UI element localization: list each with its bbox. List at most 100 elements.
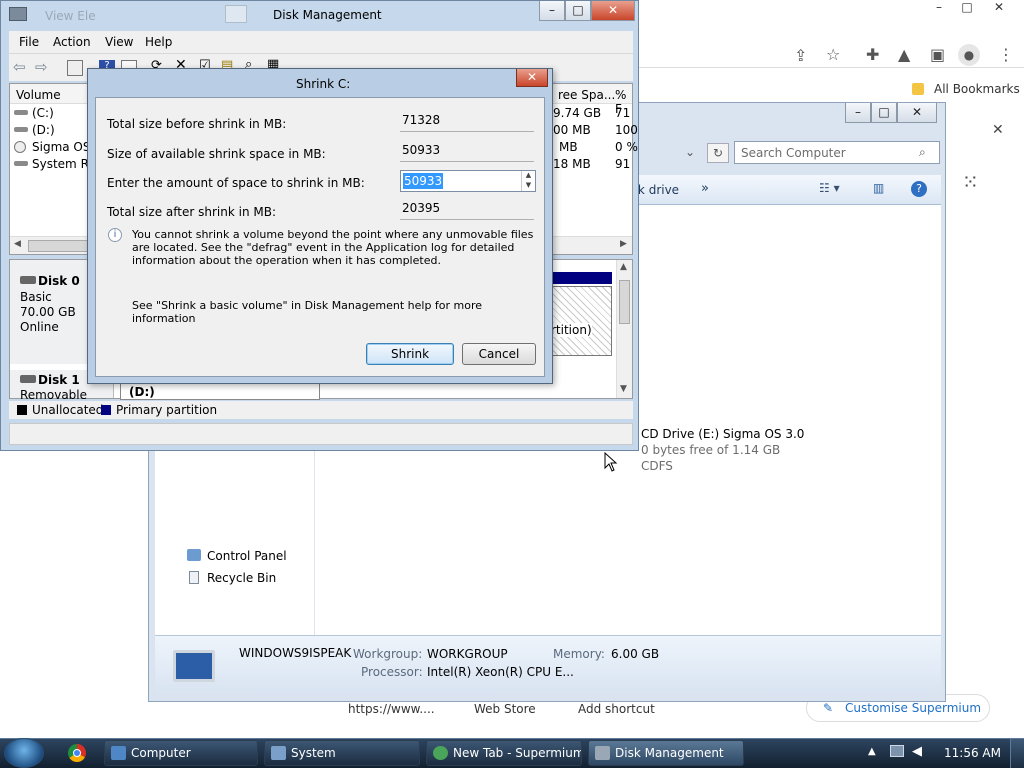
view-options-icon[interactable]: ☷ ▾ <box>819 181 840 195</box>
total-size-after-text: 20395 <box>402 201 441 215</box>
side-panel-icon[interactable]: ▣ <box>930 45 945 65</box>
available-shrink-value: 50933 <box>400 140 534 162</box>
dm-maximize-button[interactable]: □ <box>565 1 591 21</box>
chrome-center <box>73 749 81 757</box>
computer-icon <box>173 650 215 682</box>
lab-icon[interactable]: ▲ <box>898 45 910 65</box>
partition-header-bar <box>550 272 612 284</box>
menu-icon[interactable]: ⋮ <box>998 45 1014 65</box>
tray-network-icon[interactable] <box>890 745 904 757</box>
shortcut-link-web-store[interactable]: Web Store <box>474 702 536 716</box>
taskbar-computer-label: Computer <box>131 746 191 760</box>
dm-menu-bar: File Action View Help <box>9 31 633 53</box>
memory-label: Memory: <box>553 647 605 661</box>
disk-management-app-icon <box>9 7 27 21</box>
refresh-icon[interactable]: ↻ <box>707 143 729 163</box>
bookmarks-folder-icon <box>912 83 924 95</box>
volume-row[interactable]: (D:) <box>32 123 55 137</box>
search-input[interactable]: Search Computer <box>741 146 846 160</box>
dialog-close-button[interactable]: ✕ <box>516 69 548 87</box>
taskbar-system[interactable]: System <box>264 740 420 766</box>
search-box[interactable]: Search Computer ⌕ <box>734 141 940 164</box>
legend: Unallocated Primary partition <box>9 401 633 419</box>
tray-clock[interactable]: 11:56 AM <box>944 746 1001 760</box>
scroll-thumb[interactable] <box>28 240 88 252</box>
extensions-icon[interactable]: ✚ <box>866 45 879 65</box>
scroll-right-icon[interactable]: ▶ <box>620 239 627 249</box>
taskbar-new-tab[interactable]: New Tab - Supermium <box>426 740 582 766</box>
shrink-amount-input[interactable]: 50933 ▲ ▼ <box>400 170 536 192</box>
forward-icon[interactable]: ⇨ <box>35 58 48 76</box>
scroll-left-icon[interactable]: ◀ <box>14 239 21 249</box>
cd-drive-name[interactable]: CD Drive (E:) Sigma OS 3.0 <box>641 427 804 441</box>
explorer-minimize-button[interactable]: – <box>845 103 871 123</box>
dialog-body: Total size before shrink in MB: 71328 Si… <box>95 97 545 377</box>
faded-title: View Ele <box>45 9 96 23</box>
tray-volume-icon[interactable]: ◀ <box>912 744 922 759</box>
shrink-amount-label: Enter the amount of space to shrink in M… <box>107 176 365 190</box>
spin-up-icon[interactable]: ▲ <box>521 171 535 181</box>
preview-pane-icon[interactable]: ▥ <box>873 181 884 195</box>
cd-icon <box>14 141 26 153</box>
tray-show-hidden-icon[interactable]: ▲ <box>868 746 876 757</box>
help-icon[interactable]: ? <box>911 181 927 197</box>
search-icon[interactable]: ⌕ <box>919 145 926 160</box>
shortcut-link-1[interactable]: https://www.... <box>348 702 435 716</box>
start-button[interactable] <box>4 738 44 768</box>
dm-minimize-button[interactable]: – <box>539 1 565 21</box>
column-free-space[interactable]: ree Spa... <box>558 88 615 102</box>
customise-label: Customise Supermium <box>845 701 982 715</box>
pct-free-cell: 100 <box>615 123 638 137</box>
add-shortcut-link[interactable]: Add shortcut <box>578 702 655 716</box>
apps-grid-icon[interactable]: ⁙ <box>962 172 979 192</box>
menu-action[interactable]: Action <box>53 35 91 49</box>
recycle-bin-icon <box>189 571 199 584</box>
explorer-maximize-button[interactable]: □ <box>871 103 897 123</box>
menu-file[interactable]: File <box>19 35 39 49</box>
more-commands-button[interactable]: » <box>701 181 709 196</box>
disk-management-title: Disk Management <box>273 8 382 22</box>
drive-icon <box>14 127 28 132</box>
total-size-before-text: 71328 <box>402 113 441 127</box>
explorer-close-button[interactable]: ✕ <box>897 103 937 123</box>
dm-close-button[interactable]: ✕ <box>591 1 635 21</box>
volume-row[interactable]: (C:) <box>32 106 54 120</box>
taskbar-disk-management[interactable]: Disk Management <box>588 740 744 766</box>
status-bar <box>9 423 633 445</box>
map-drive-button[interactable]: rk drive <box>633 183 679 197</box>
all-bookmarks-link[interactable]: All Bookmarks <box>934 82 1020 96</box>
disk-0-name: Disk 0 <box>38 274 80 288</box>
column-volume[interactable]: Volume <box>16 88 61 102</box>
help-text: See "Shrink a basic volume" in Disk Mana… <box>132 299 483 325</box>
scroll-thumb-v[interactable] <box>619 280 630 324</box>
browser-maximize-button[interactable]: □ <box>954 0 980 18</box>
scroll-down-icon[interactable]: ▼ <box>620 384 627 394</box>
nav-control-panel[interactable]: Control Panel <box>207 549 287 563</box>
taskbar-computer[interactable]: Computer <box>104 740 258 766</box>
spin-down-icon[interactable]: ▼ <box>521 181 535 191</box>
console-tree-icon[interactable] <box>67 60 83 76</box>
disk-icon <box>20 375 36 383</box>
show-desktop-button[interactable] <box>1010 739 1024 768</box>
share-icon[interactable]: ⇪ <box>794 46 807 66</box>
shrink-button[interactable]: Shrink <box>366 343 454 365</box>
vertical-scrollbar[interactable]: ▲ ▼ <box>616 260 632 398</box>
scroll-up-icon[interactable]: ▲ <box>620 262 627 272</box>
content-close-icon[interactable]: ✕ <box>992 122 1004 138</box>
browser-minimize-button[interactable]: – <box>926 0 952 18</box>
browser-close-button[interactable]: ✕ <box>984 0 1014 18</box>
taskbar-chrome-icon[interactable] <box>68 744 86 762</box>
back-icon[interactable]: ⇦ <box>13 58 26 76</box>
selected-partition[interactable]: rtition) <box>550 286 612 356</box>
profile-icon[interactable]: ● <box>958 44 980 66</box>
cancel-button[interactable]: Cancel <box>462 343 536 365</box>
info-icon: i <box>108 228 122 242</box>
address-dropdown-icon[interactable]: ⌄ <box>685 145 695 159</box>
taskbar-system-label: System <box>291 746 336 760</box>
disk-0-status: Online <box>20 320 59 334</box>
menu-help[interactable]: Help <box>145 35 172 49</box>
partition-label: rtition) <box>551 323 592 337</box>
star-icon[interactable]: ☆ <box>826 45 840 65</box>
nav-recycle-bin[interactable]: Recycle Bin <box>207 571 276 585</box>
menu-view[interactable]: View <box>105 35 133 49</box>
